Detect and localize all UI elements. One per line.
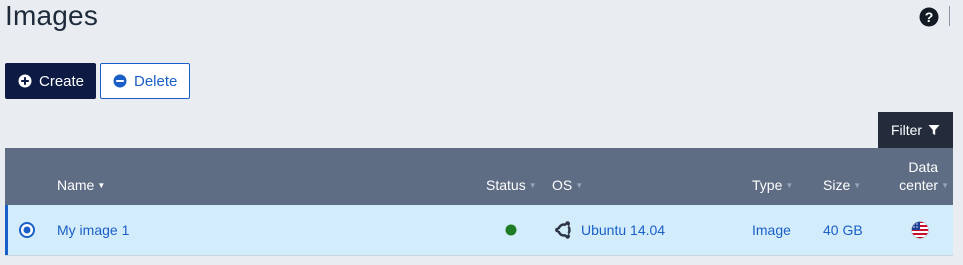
create-button-label: Create	[39, 72, 85, 90]
help-icon[interactable]: ?	[919, 7, 939, 27]
column-header-size[interactable]: Size ▼	[823, 177, 861, 193]
funnel-icon	[928, 125, 940, 135]
column-header-status-label: Status	[486, 177, 526, 193]
delete-button[interactable]: Delete	[100, 63, 190, 99]
delete-button-label: Delete	[134, 72, 178, 90]
row-size: 40 GB	[823, 222, 863, 238]
row-os-label: Ubuntu 14.04	[581, 222, 666, 238]
column-header-datacenter[interactable]: Data center ▼	[883, 159, 949, 193]
radio-selected-icon	[19, 222, 35, 238]
row-datacenter	[911, 205, 929, 255]
sort-icon: ▼	[575, 180, 584, 190]
svg-text:?: ?	[925, 9, 934, 25]
filter-button-label: Filter	[890, 122, 923, 138]
sort-icon: ▼	[941, 180, 949, 190]
column-header-size-label: Size	[823, 177, 851, 193]
status-indicator	[505, 205, 517, 255]
status-active-icon	[505, 224, 517, 236]
row-select-radio[interactable]	[19, 205, 35, 255]
row-name-link[interactable]: My image 1	[57, 205, 129, 255]
column-header-status[interactable]: Status ▼	[486, 177, 537, 193]
column-header-type-label: Type	[752, 177, 783, 193]
column-header-type[interactable]: Type ▼	[752, 177, 793, 193]
column-header-name-label: Name	[57, 177, 95, 193]
images-page: Images ? Create Delete Filter Name ▼ Sta…	[0, 0, 963, 265]
sort-icon: ▼	[785, 180, 794, 190]
column-header-name[interactable]: Name ▼	[57, 177, 105, 193]
ubuntu-icon	[555, 221, 571, 239]
sort-icon: ▼	[853, 180, 862, 190]
plus-circle-icon	[18, 74, 32, 88]
column-header-os-label: OS	[552, 177, 573, 193]
sort-desc-icon: ▼	[97, 180, 106, 190]
filter-button[interactable]: Filter	[878, 112, 953, 148]
row-type: Image	[752, 222, 791, 238]
minus-circle-icon	[113, 74, 127, 88]
table-row[interactable]: My image 1 Ubuntu 14.04 Image 40 GB	[5, 205, 953, 255]
sort-icon: ▼	[528, 180, 537, 190]
column-header-os[interactable]: OS ▼	[552, 177, 583, 193]
table-bottom-border	[5, 255, 953, 256]
create-button[interactable]: Create	[5, 63, 96, 99]
column-header-datacenter-label-1: Data	[908, 159, 938, 175]
header-divider	[949, 6, 950, 26]
page-title: Images	[5, 0, 99, 31]
table-header: Name ▼ Status ▼ OS ▼ Type ▼ Size ▼ Data …	[5, 148, 953, 205]
row-os: Ubuntu 14.04	[553, 205, 665, 255]
us-flag-icon	[911, 221, 929, 239]
column-header-datacenter-label-2: center	[899, 177, 939, 193]
